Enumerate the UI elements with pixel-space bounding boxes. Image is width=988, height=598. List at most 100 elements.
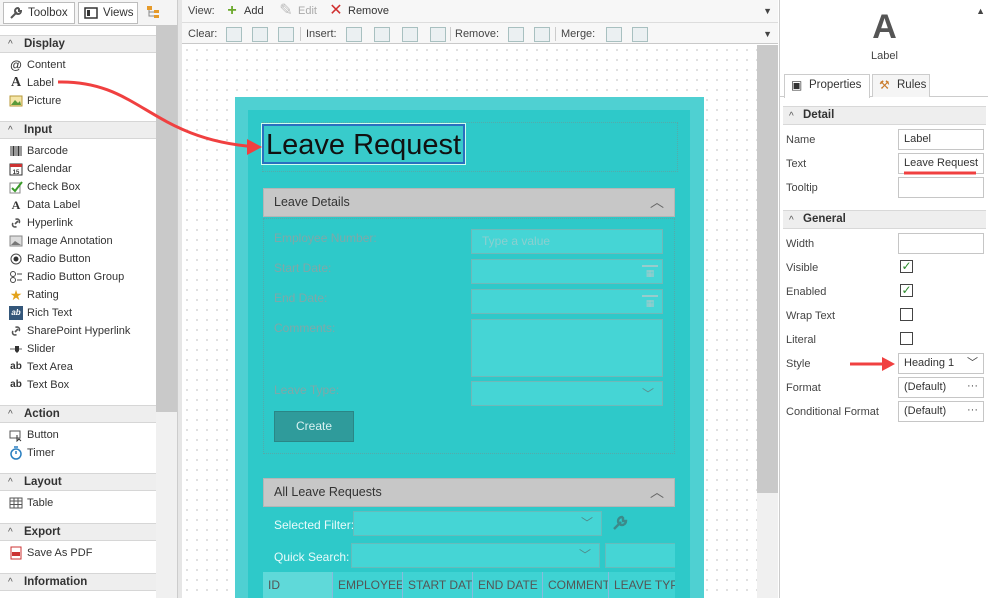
column-end-date[interactable]: END DATE: [473, 572, 543, 598]
text-input[interactable]: Leave Request: [898, 153, 984, 174]
quick-search-field-dropdown[interactable]: ﹀: [351, 543, 600, 568]
tab-tree[interactable]: [144, 2, 164, 24]
selected-filter-dropdown[interactable]: ﹀: [353, 511, 602, 536]
tool-radio-group[interactable]: Radio Button Group: [0, 268, 156, 286]
chevron-up-icon: ^: [8, 577, 13, 588]
chevron-up-icon[interactable]: ︿: [650, 189, 664, 216]
style-dropdown[interactable]: Heading 1 ﹀: [898, 353, 984, 374]
clear-column-icon[interactable]: [278, 27, 294, 42]
tool-label[interactable]: A Label: [0, 74, 156, 92]
tool-table[interactable]: Table: [0, 494, 156, 512]
plus-icon: +: [227, 2, 237, 19]
section-action[interactable]: ^ Action: [0, 405, 156, 423]
tool-text-area[interactable]: ab Text Area: [0, 358, 156, 376]
tool-rating[interactable]: ★ Rating: [0, 286, 156, 304]
toolbox-scrollbar-track[interactable]: [156, 412, 177, 598]
properties-panel: ▲ A Label ▣ Properties ⚒ Rules ^ Detail Nam…: [779, 0, 988, 598]
detail-section[interactable]: ^ Detail: [783, 106, 986, 125]
employee-number-input[interactable]: Type a value: [471, 229, 663, 254]
format-input[interactable]: (Default) ···: [898, 377, 984, 398]
create-button[interactable]: Create: [274, 411, 354, 442]
column-leave-type[interactable]: LEAVE TYPE: [609, 572, 675, 598]
insert-column-right-icon[interactable]: [374, 27, 390, 42]
tool-label: Picture: [27, 95, 62, 107]
tab-toolbox[interactable]: Toolbox: [3, 2, 75, 24]
split-cells-icon[interactable]: [632, 27, 648, 42]
tool-barcode[interactable]: Barcode: [0, 142, 156, 160]
tooltip-input[interactable]: [898, 177, 984, 198]
conditional-format-input[interactable]: (Default) ···: [898, 401, 984, 422]
column-employee[interactable]: EMPLOYEE: [333, 572, 403, 598]
tool-checkbox[interactable]: Check Box: [0, 178, 156, 196]
insert-row-above-icon[interactable]: [402, 27, 418, 42]
tool-content[interactable]: @ Content: [0, 56, 156, 74]
remove-column-icon[interactable]: [508, 27, 524, 42]
toolbox-panel: Toolbox Views ^ Display @ Content A Label P…: [0, 0, 178, 598]
tool-timer[interactable]: Timer: [0, 444, 156, 462]
column-comment[interactable]: COMMENT: [543, 572, 609, 598]
page-title-label[interactable]: Leave Request: [260, 123, 467, 165]
remove-view-button[interactable]: ✕ Remove: [328, 0, 389, 22]
enabled-checkbox[interactable]: ✓: [900, 284, 913, 297]
edit-view-button[interactable]: ✎ Edit: [278, 0, 317, 22]
tool-rich-text[interactable]: ab Rich Text: [0, 304, 156, 322]
end-date-picker[interactable]: ▦: [471, 289, 663, 314]
tab-rules[interactable]: ⚒ Rules: [872, 74, 930, 97]
tool-hyperlink[interactable]: Hyperlink: [0, 214, 156, 232]
ellipsis-icon[interactable]: ···: [967, 378, 978, 396]
tool-picture[interactable]: Picture: [0, 92, 156, 110]
quick-search-input[interactable]: [605, 543, 675, 568]
insert-row-below-icon[interactable]: [430, 27, 446, 42]
canvas-scrollbar-thumb[interactable]: [757, 45, 778, 493]
remove-row-icon[interactable]: [534, 27, 550, 42]
literal-checkbox[interactable]: [900, 332, 913, 345]
name-input[interactable]: Label: [898, 129, 984, 150]
ellipsis-icon[interactable]: ···: [967, 402, 978, 420]
toolbox-scrollbar-thumb[interactable]: [156, 26, 177, 412]
section-layout[interactable]: ^ Layout: [0, 473, 156, 491]
properties-tab-bar: ▣ Properties ⚒ Rules: [780, 73, 988, 98]
calendar-icon[interactable]: ▦: [642, 265, 658, 278]
tool-data-label[interactable]: A Data Label: [0, 196, 156, 214]
leave-details-panel-header[interactable]: Leave Details ︿: [263, 188, 675, 217]
leave-requests-title: All Leave Requests: [274, 485, 382, 499]
clear-cell-icon[interactable]: [226, 27, 242, 42]
tab-properties[interactable]: ▣ Properties: [784, 74, 870, 98]
wrench-icon[interactable]: [611, 514, 629, 532]
merge-cells-icon[interactable]: [606, 27, 622, 42]
start-date-picker[interactable]: ▦: [471, 259, 663, 284]
clear-row-icon[interactable]: [252, 27, 268, 42]
tab-views[interactable]: Views: [78, 2, 138, 24]
tool-sharepoint-hyperlink[interactable]: SharePoint Hyperlink: [0, 322, 156, 340]
tool-image-annotation[interactable]: Image Annotation: [0, 232, 156, 250]
comments-label: Comments:: [274, 321, 336, 335]
add-view-button[interactable]: + Add: [224, 0, 263, 22]
section-display[interactable]: ^ Display: [0, 35, 156, 53]
toolbar-collapse-icon[interactable]: ▼: [763, 23, 772, 45]
chevron-up-icon[interactable]: ︿: [650, 479, 664, 506]
tool-text-box[interactable]: ab Text Box: [0, 376, 156, 394]
tool-label: Rating: [27, 289, 59, 301]
tool-save-as-pdf[interactable]: Save As PDF: [0, 544, 156, 562]
column-start-date[interactable]: START DATE: [403, 572, 473, 598]
section-export[interactable]: ^ Export: [0, 523, 156, 541]
comments-textarea[interactable]: [471, 319, 663, 377]
chevron-up-icon: ^: [8, 477, 13, 488]
section-input[interactable]: ^ Input: [0, 121, 156, 139]
section-information[interactable]: ^ Information: [0, 573, 156, 591]
literal-label: Literal: [786, 334, 816, 346]
column-id[interactable]: ID: [263, 572, 333, 598]
tool-radio-button[interactable]: Radio Button: [0, 250, 156, 268]
visible-checkbox[interactable]: ✓: [900, 260, 913, 273]
tool-slider[interactable]: Slider: [0, 340, 156, 358]
width-input[interactable]: [898, 233, 984, 254]
tool-button[interactable]: Button: [0, 426, 156, 444]
general-section[interactable]: ^ General: [783, 210, 986, 229]
calendar-icon[interactable]: ▦: [642, 295, 658, 308]
tool-calendar[interactable]: 15 Calendar: [0, 160, 156, 178]
insert-column-left-icon[interactable]: [346, 27, 362, 42]
leave-requests-panel-header[interactable]: All Leave Requests ︿: [263, 478, 675, 507]
toolbar-collapse-icon[interactable]: ▼: [763, 0, 772, 22]
wrap-text-checkbox[interactable]: [900, 308, 913, 321]
leave-type-dropdown[interactable]: ﹀: [471, 381, 663, 406]
